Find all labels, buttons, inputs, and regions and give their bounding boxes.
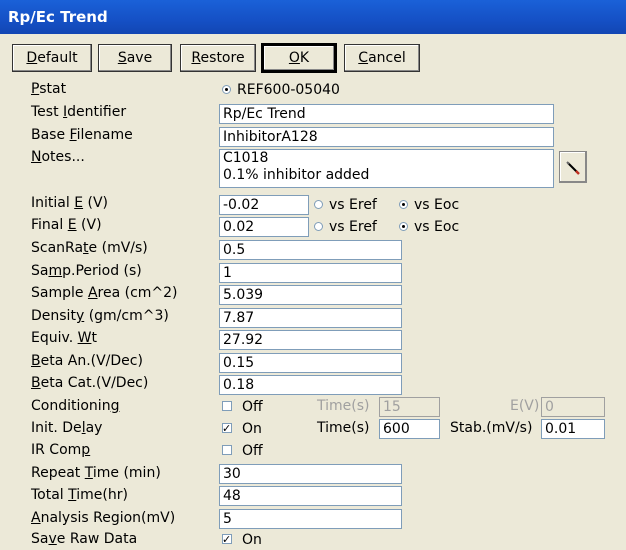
test-identifier-input[interactable]: Rp/Ec Trend: [219, 104, 554, 124]
conditioning-label: Conditioning: [31, 398, 120, 414]
density-label: Density (gm/cm^3): [31, 308, 169, 324]
total-time-input[interactable]: 48: [219, 486, 402, 506]
restore-button[interactable]: Restore: [180, 44, 256, 72]
pstat-label: Pstat: [31, 81, 67, 97]
notes-textarea[interactable]: C1018 0.1% inhibitor added: [219, 149, 554, 188]
init-delay-stab-input[interactable]: 0.01: [541, 419, 605, 439]
conditioning-time-label: Time(s): [317, 398, 370, 414]
ok-button[interactable]: OK: [261, 43, 337, 73]
final-e-input[interactable]: 0.02: [219, 217, 309, 237]
base-filename-input[interactable]: InhibitorA128: [219, 127, 554, 147]
radio-unselected-icon: [314, 222, 323, 231]
beta-an-label: Beta An.(V/Dec): [31, 353, 143, 369]
radio-selected-icon: [399, 200, 408, 209]
beta-cat-label: Beta Cat.(V/Dec): [31, 375, 149, 391]
total-time-label: Total Time(hr): [31, 487, 128, 503]
radio-selected-icon: [399, 222, 408, 231]
dialog-window: Rp/Ec Trend Default Save Restore OK Canc…: [0, 0, 626, 550]
conditioning-e-label: E(V): [510, 398, 540, 414]
scan-rate-label: ScanRate (mV/s): [31, 240, 148, 256]
conditioning-time-input[interactable]: 15: [379, 397, 440, 417]
analysis-region-label: Analysis Region(mV): [31, 510, 176, 526]
ir-comp-checkbox[interactable]: Off: [222, 441, 263, 461]
save-raw-data-checkbox[interactable]: On: [222, 530, 262, 550]
init-delay-time-input[interactable]: 600: [379, 419, 440, 439]
save-button[interactable]: Save: [98, 44, 172, 72]
cancel-button[interactable]: Cancel: [344, 44, 420, 72]
initial-e-vs-eref-radio[interactable]: vs Eref: [314, 195, 377, 215]
conditioning-checkbox[interactable]: Off: [222, 397, 263, 417]
notes-label: Notes...: [31, 149, 85, 165]
radio-selected-icon: [222, 85, 231, 94]
init-delay-checkbox[interactable]: On: [222, 419, 262, 439]
sample-area-input[interactable]: 5.039: [219, 285, 402, 305]
radio-unselected-icon: [314, 200, 323, 209]
beta-an-input[interactable]: 0.15: [219, 353, 402, 373]
scan-rate-input[interactable]: 0.5: [219, 240, 402, 260]
repeat-time-label: Repeat Time (min): [31, 465, 161, 481]
sample-area-label: Sample Area (cm^2): [31, 285, 178, 301]
init-delay-time-label: Time(s): [317, 420, 370, 436]
save-raw-data-label: Save Raw Data: [31, 531, 138, 547]
checkbox-checked-icon: [222, 419, 232, 439]
notes-edit-button[interactable]: [559, 151, 587, 183]
analysis-region-input[interactable]: 5: [219, 509, 402, 529]
repeat-time-input[interactable]: 30: [219, 464, 402, 484]
final-e-vs-eref-radio[interactable]: vs Eref: [314, 217, 377, 237]
title-bar: Rp/Ec Trend: [0, 0, 626, 34]
equiv-wt-label: Equiv. Wt: [31, 330, 97, 346]
ir-comp-label: IR Comp: [31, 442, 91, 458]
base-filename-label: Base Filename: [31, 127, 133, 143]
samp-period-input[interactable]: 1: [219, 263, 402, 283]
initial-e-label: Initial E (V): [31, 195, 109, 211]
initial-e-input[interactable]: -0.02: [219, 195, 309, 215]
final-e-label: Final E (V): [31, 217, 102, 233]
checkbox-unchecked-icon: [222, 445, 232, 455]
samp-period-label: Samp.Period (s): [31, 263, 142, 279]
final-e-vs-eoc-radio[interactable]: vs Eoc: [399, 217, 459, 237]
pen-icon: [566, 161, 580, 175]
init-delay-label: Init. Delay: [31, 420, 103, 436]
default-button[interactable]: Default: [12, 44, 92, 72]
equiv-wt-input[interactable]: 27.92: [219, 330, 402, 350]
checkbox-checked-icon: [222, 530, 232, 550]
pstat-radio[interactable]: REF600-05040: [222, 80, 340, 100]
checkbox-unchecked-icon: [222, 401, 232, 411]
density-input[interactable]: 7.87: [219, 308, 402, 328]
window-title: Rp/Ec Trend: [8, 8, 108, 26]
init-delay-stab-label: Stab.(mV/s): [450, 420, 533, 436]
initial-e-vs-eoc-radio[interactable]: vs Eoc: [399, 195, 459, 215]
test-identifier-label: Test Identifier: [31, 104, 127, 120]
beta-cat-input[interactable]: 0.18: [219, 375, 402, 395]
conditioning-e-input[interactable]: 0: [541, 397, 605, 417]
